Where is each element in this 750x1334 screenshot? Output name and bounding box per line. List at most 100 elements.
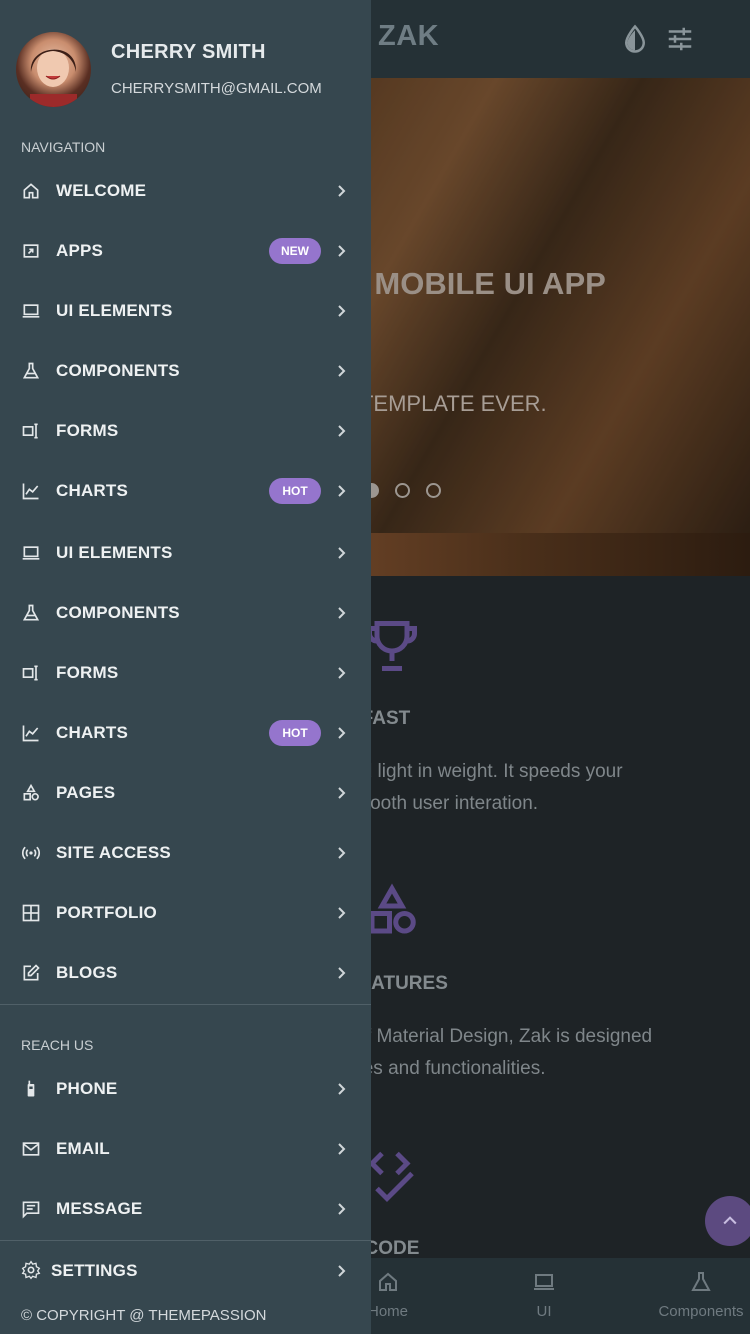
- chevron-right-icon: [338, 1265, 346, 1277]
- drawer-item-label: COMPONENTS: [56, 361, 180, 380]
- drawer-item-settings[interactable]: SETTINGS: [0, 1240, 371, 1300]
- drawer-item-ui-elements[interactable]: UI ELEMENTS: [0, 523, 371, 583]
- navigation-drawer: CHERRY SMITH CHERRYSMITH@GMAIL.COM NAVIG…: [0, 0, 371, 1334]
- drawer-item-site-access[interactable]: SITE ACCESS: [0, 823, 371, 883]
- feature-text: atures and functionalities.: [330, 1058, 546, 1079]
- chevron-right-icon: [338, 365, 346, 377]
- code-check-icon: [368, 1151, 414, 1203]
- gear-icon: [21, 1260, 41, 1280]
- drawer-item-label: MESSAGE: [56, 1199, 143, 1218]
- badge-hot: HOT: [269, 720, 321, 746]
- drawer-item-components[interactable]: COMPONENTS: [0, 583, 371, 643]
- user-email: CHERRYSMITH@GMAIL.COM: [111, 80, 322, 97]
- hero-title: M MOBILE UI APP: [340, 266, 606, 301]
- chevron-right-icon: [338, 305, 346, 317]
- mail-icon: [22, 1142, 40, 1156]
- bottom-nav-label: UI: [536, 1303, 552, 1320]
- flask-icon: [691, 1272, 711, 1291]
- home-icon: [379, 1272, 397, 1291]
- drawer-item-forms[interactable]: FORMS: [0, 643, 371, 703]
- drawer-item-pages[interactable]: PAGES: [0, 763, 371, 823]
- feature-text: s smooth user interation.: [330, 793, 539, 814]
- apps-icon: [23, 244, 39, 258]
- drawer-item-label: SETTINGS: [51, 1261, 138, 1280]
- drawer-item-label: SITE ACCESS: [56, 843, 171, 862]
- copyright-text: © COPYRIGHT @ THEMEPASSION: [21, 1307, 267, 1324]
- drawer-item-charts[interactable]: CHARTS HOT: [0, 461, 371, 521]
- feature-text: t and light in weight. It speeds your: [330, 761, 623, 782]
- bottom-nav-label: Components: [658, 1303, 744, 1320]
- slider-dot[interactable]: [426, 483, 441, 498]
- slider-dot[interactable]: [395, 483, 410, 498]
- drawer-item-label: COMPONENTS: [56, 603, 180, 622]
- drawer-item-label: FORMS: [56, 663, 119, 682]
- drawer-item-components[interactable]: COMPONENTS: [0, 341, 371, 401]
- chevron-right-icon: [338, 485, 346, 497]
- shapes-icon: [23, 783, 39, 801]
- message-icon: [22, 1201, 40, 1219]
- drawer-item-message[interactable]: MESSAGE: [0, 1179, 371, 1239]
- bottom-nav-ui[interactable]: UI: [524, 1270, 564, 1320]
- app-root: ZAK M MOBILE UI APP P TEMPLATE EVER. ER …: [0, 0, 750, 1334]
- chevron-right-icon: [338, 245, 346, 257]
- drawer-item-label: BLOGS: [56, 963, 118, 982]
- opacity-icon[interactable]: [620, 24, 650, 54]
- broadcast-icon: [21, 846, 41, 860]
- drawer-item-label: CHARTS: [56, 723, 129, 742]
- flask-icon: [22, 604, 40, 621]
- drawer-item-label: FORMS: [56, 421, 119, 440]
- grid-icon: [22, 904, 40, 922]
- feature-text: es of Material Design, Zak is designed: [330, 1026, 653, 1047]
- chevron-right-icon: [338, 1143, 346, 1155]
- drawer-item-label: EMAIL: [56, 1139, 110, 1158]
- form-icon: [22, 423, 38, 439]
- divider: [0, 1004, 371, 1005]
- drawer-item-phone[interactable]: PHONE: [0, 1059, 371, 1119]
- drawer-item-blogs[interactable]: BLOGS: [0, 943, 371, 1003]
- drawer-item-email[interactable]: EMAIL: [0, 1119, 371, 1179]
- drawer-item-apps[interactable]: APPS NEW: [0, 221, 371, 281]
- chevron-right-icon: [338, 185, 346, 197]
- chevron-right-icon: [338, 847, 346, 859]
- drawer-item-ui-elements[interactable]: UI ELEMENTS: [0, 281, 371, 341]
- phone-icon: [27, 1080, 35, 1097]
- flask-icon: [22, 362, 40, 379]
- drawer-item-label: PORTFOLIO: [56, 903, 157, 922]
- drawer-item-label: APPS: [56, 241, 104, 260]
- brand-title: ZAK: [378, 20, 440, 52]
- drawer-item-portfolio[interactable]: PORTFOLIO: [0, 883, 371, 943]
- scroll-top-button[interactable]: [705, 1196, 750, 1246]
- chevron-right-icon: [338, 787, 346, 799]
- chart-icon: [22, 483, 39, 500]
- drawer-item-label: WELCOME: [56, 181, 147, 200]
- chevron-up-icon: [723, 1216, 737, 1225]
- shapes-icon: [369, 883, 416, 934]
- chevron-right-icon: [338, 967, 346, 979]
- slider-dots: [364, 483, 441, 498]
- section-label-navigation: NAVIGATION: [21, 139, 106, 155]
- chevron-right-icon: [338, 607, 346, 619]
- drawer-item-label: PAGES: [56, 783, 116, 802]
- drawer-item-welcome[interactable]: WELCOME: [0, 161, 371, 221]
- section-label-reach-us: REACH US: [21, 1037, 94, 1053]
- chart-icon: [22, 725, 39, 742]
- drawer-item-forms[interactable]: FORMS: [0, 401, 371, 461]
- bottom-nav-components[interactable]: Components: [654, 1270, 748, 1320]
- avatar-image: [30, 49, 77, 107]
- chevron-right-icon: [338, 547, 346, 559]
- drawer-item-label: UI ELEMENTS: [56, 301, 173, 320]
- tune-icon[interactable]: [665, 24, 695, 54]
- chevron-right-icon: [338, 425, 346, 437]
- user-name: CHERRY SMITH: [111, 41, 266, 63]
- laptop-icon: [22, 546, 40, 560]
- badge-new: NEW: [269, 238, 321, 264]
- chevron-right-icon: [338, 1203, 346, 1215]
- avatar[interactable]: [16, 32, 91, 107]
- chevron-right-icon: [338, 727, 346, 739]
- badge-hot: HOT: [269, 478, 321, 504]
- chevron-right-icon: [338, 1083, 346, 1095]
- drawer-item-charts[interactable]: CHARTS HOT: [0, 703, 371, 763]
- edit-icon: [23, 964, 40, 981]
- chevron-right-icon: [338, 907, 346, 919]
- chevron-right-icon: [338, 667, 346, 679]
